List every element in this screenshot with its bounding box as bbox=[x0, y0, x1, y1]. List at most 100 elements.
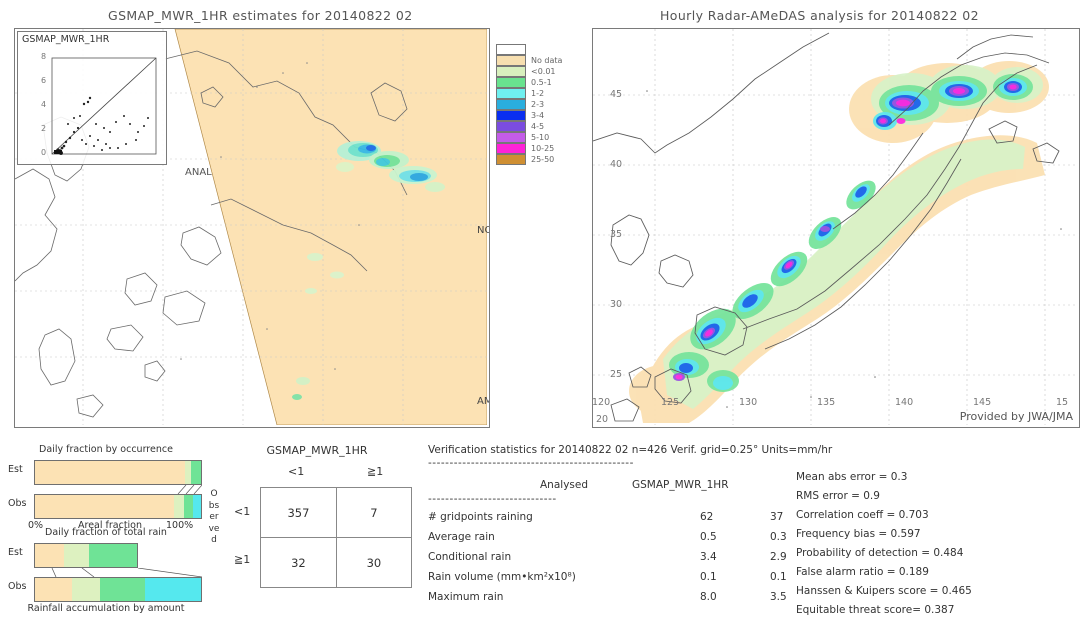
colorbar-label: 0.5-1 bbox=[531, 78, 552, 87]
satellite-label-amsr2: AMSR2 bbox=[477, 396, 489, 407]
radar-xtick-130: 130 bbox=[739, 397, 758, 408]
verification-row: # gridpoints raining 62 37 bbox=[428, 511, 1076, 531]
verification-row-analysed: 8.0 bbox=[700, 591, 717, 603]
verification-row-estimate: 0.1 bbox=[770, 571, 787, 583]
right-panel-title: Hourly Radar-AMeDAS analysis for 2014082… bbox=[660, 8, 979, 23]
colorbar-swatch bbox=[496, 99, 526, 110]
radar-amedas-map[interactable]: Provided by JWA/JMA bbox=[592, 28, 1080, 428]
colorbar-label: 25-50 bbox=[531, 155, 555, 164]
scatter-tick-y-4: 4 bbox=[41, 100, 47, 109]
colorbar-label: 2-3 bbox=[531, 100, 545, 109]
totalrain-bar-obs[interactable] bbox=[34, 577, 202, 602]
colorbar-swatch bbox=[496, 44, 526, 55]
verification-row-name: # gridpoints raining bbox=[428, 511, 533, 523]
contingency-cell-01: 7 bbox=[335, 487, 413, 538]
verification-score-item: Equitable threat score= 0.387 bbox=[796, 604, 955, 616]
bar-segment bbox=[35, 495, 175, 518]
colorbar-row: 3-4 bbox=[496, 110, 580, 121]
verification-score-item: Frequency bias = 0.597 bbox=[796, 528, 921, 540]
colorbar-swatch bbox=[496, 143, 526, 154]
contingency-cell-11: 30 bbox=[335, 537, 413, 588]
colorbar-label: <0.01 bbox=[531, 67, 556, 76]
colorbar-row: 10-25 bbox=[496, 143, 580, 154]
scatter-tick-y-2: 2 bbox=[41, 124, 47, 133]
colorbar-swatch bbox=[496, 66, 526, 77]
colorbar-row: 0.5-1 bbox=[496, 77, 580, 88]
colorbar-swatch bbox=[496, 88, 526, 99]
contingency-axis-label: Observed bbox=[208, 489, 220, 547]
verification-row-analysed: 62 bbox=[700, 511, 714, 523]
bar-segment bbox=[89, 544, 138, 567]
colorbar-label: 1-2 bbox=[531, 89, 545, 98]
colorbar-row: 5-10 bbox=[496, 132, 580, 143]
verification-row-name: Conditional rain bbox=[428, 551, 512, 563]
bar-segment bbox=[192, 495, 201, 518]
occurrence-bar-est[interactable] bbox=[34, 460, 202, 485]
verification-block: Verification statistics for 20140822 02 … bbox=[428, 444, 1076, 616]
totalrain-connector-lines bbox=[51, 568, 202, 577]
bar-segment bbox=[63, 544, 90, 567]
verification-row: Maximum rain 8.0 3.5 bbox=[428, 591, 1076, 611]
colorbar-swatch bbox=[496, 55, 526, 66]
verification-row-analysed: 0.1 bbox=[700, 571, 717, 583]
verification-row-name: Maximum rain bbox=[428, 591, 504, 603]
colorbar-swatch bbox=[496, 110, 526, 121]
verification-header: Verification statistics for 20140822 02 … bbox=[428, 444, 833, 456]
totalrain-chart: Daily fraction of total rain Est Obs Rai… bbox=[8, 527, 204, 614]
totalrain-bar-est[interactable] bbox=[34, 543, 139, 568]
satellite-label-noaa19: NOAA-19/AMSU-A/M bbox=[477, 225, 489, 236]
verification-scores: Mean abs error = 0.3 RMS error = 0.9 Corre… bbox=[796, 468, 972, 620]
colorbar-swatch bbox=[496, 132, 526, 143]
verification-score-item: Mean abs error = 0.3 bbox=[796, 471, 908, 483]
colorbar-label: No data bbox=[531, 56, 563, 65]
colorbar-label: 3-4 bbox=[531, 111, 545, 120]
scatter-tick-y-6: 6 bbox=[41, 76, 47, 85]
occurrence-connector-lines bbox=[177, 485, 202, 494]
contingency-row-header-lt1: <1 bbox=[234, 505, 251, 518]
contingency-cell-hit-miss-00: 357 bbox=[260, 487, 337, 538]
contingency-table: 357 7 32 30 bbox=[260, 487, 413, 588]
colorbar-row: No data bbox=[496, 55, 580, 66]
verification-score-item: False alarm ratio = 0.189 bbox=[796, 566, 929, 578]
radar-credit: Provided by JWA/JMA bbox=[959, 410, 1073, 423]
contingency-col-header-ge1: ≧1 bbox=[367, 465, 384, 478]
colorbar-swatch bbox=[496, 121, 526, 132]
colorbar-row: 25-50 bbox=[496, 154, 580, 165]
radar-xtick-135: 135 bbox=[817, 397, 836, 408]
verification-row: Rain volume (mm•km²x10⁸) 0.1 0.1 bbox=[428, 571, 1076, 591]
bar-segment bbox=[71, 578, 100, 601]
verification-row-analysed: 0.5 bbox=[700, 531, 717, 543]
verification-score-item: Correlation coeff = 0.703 bbox=[796, 509, 929, 521]
radar-ytick-40: 40 bbox=[610, 159, 623, 170]
totalrain-chart-title: Daily fraction of total rain bbox=[45, 527, 167, 538]
verification-row: Average rain 0.5 0.3 bbox=[428, 531, 1076, 551]
verification-col-estimate: GSMAP_MWR_1HR bbox=[632, 479, 729, 491]
scatter-inset[interactable]: GSMAP_MWR_1HR 8 6 4 2 0 bbox=[17, 31, 167, 165]
colorbar-row: 1-2 bbox=[496, 88, 580, 99]
occurrence-chart-title: Daily fraction by occurrence bbox=[39, 444, 173, 455]
colorbar-row bbox=[496, 44, 580, 55]
verification-row-name: Average rain bbox=[428, 531, 495, 543]
verification-row: Conditional rain 3.4 2.9 bbox=[428, 551, 1076, 571]
colorbar-row: 4-5 bbox=[496, 121, 580, 132]
verification-row-analysed: 3.4 bbox=[700, 551, 717, 563]
bar-segment bbox=[191, 461, 201, 484]
occurrence-bar-obs[interactable] bbox=[34, 494, 202, 519]
radar-xtick-120: 120 bbox=[592, 397, 611, 408]
verification-row-estimate: 3.5 bbox=[770, 591, 787, 603]
scatter-tick-y-8: 8 bbox=[41, 52, 47, 61]
bar-segment bbox=[35, 461, 186, 484]
occurrence-row-label-obs: Obs bbox=[8, 498, 27, 509]
colorbar-row: <0.01 bbox=[496, 66, 580, 77]
totalrain-row-label-est: Est bbox=[8, 547, 23, 558]
contingency-axis-letters: Observed bbox=[208, 489, 220, 545]
verification-rows: # gridpoints raining 62 37 Average rain 0.5 0… bbox=[428, 511, 1076, 611]
gsmap-estimate-map[interactable]: GSMAP_MWR_1HR 8 6 4 2 0 ANAL N A bbox=[14, 28, 490, 428]
colorbar-swatch bbox=[496, 154, 526, 165]
verification-row-estimate: 2.9 bbox=[770, 551, 787, 563]
radar-xtick-140: 140 bbox=[895, 397, 914, 408]
occurrence-row-label-est: Est bbox=[8, 464, 23, 475]
bar-segment bbox=[144, 578, 201, 601]
radar-ytick-20: 20 bbox=[596, 414, 609, 425]
left-panel-title: GSMAP_MWR_1HR estimates for 20140822 02 bbox=[108, 8, 413, 23]
